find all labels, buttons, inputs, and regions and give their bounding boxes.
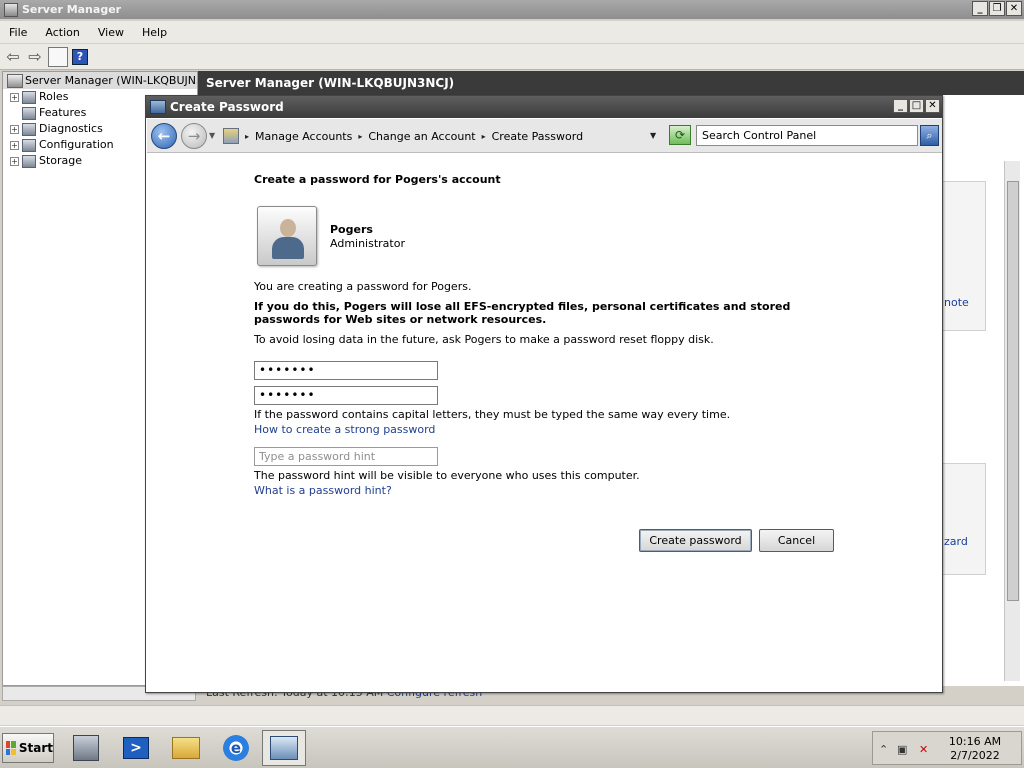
taskbar-server-manager[interactable]: [64, 730, 108, 766]
user-role: Administrator: [330, 237, 405, 250]
start-label: Start: [18, 741, 53, 755]
menu-action[interactable]: Action: [36, 26, 88, 39]
dialog-minimize-button[interactable]: _: [893, 99, 908, 113]
password-hint-field[interactable]: Type a password hint: [254, 447, 438, 466]
close-button[interactable]: ✕: [1006, 1, 1022, 16]
breadcrumb-change-account[interactable]: Change an Account: [368, 130, 475, 143]
dialog-titlebar: Create Password _ □ ✕: [146, 96, 942, 118]
menu-file[interactable]: File: [0, 26, 36, 39]
dialog-maximize-button[interactable]: □: [909, 99, 924, 113]
expand-icon[interactable]: +: [10, 140, 19, 150]
dialog-close-button[interactable]: ✕: [925, 99, 940, 113]
menu-help[interactable]: Help: [133, 26, 176, 39]
chevron-right-icon[interactable]: ▸: [482, 132, 486, 141]
server-manager-titlebar: Server Manager _ ❐ ✕: [0, 0, 1024, 19]
breadcrumb-manage-accounts[interactable]: Manage Accounts: [255, 130, 352, 143]
storage-icon: [22, 154, 36, 168]
page-title: Create a password for Pogers's account: [254, 173, 501, 186]
powershell-icon: >: [123, 737, 149, 759]
advice-text: To avoid losing data in the future, ask …: [254, 333, 714, 346]
caps-note: If the password contains capital letters…: [254, 408, 731, 421]
chevron-right-icon[interactable]: ▸: [245, 132, 249, 141]
restore-button[interactable]: ❐: [989, 1, 1005, 16]
search-input[interactable]: Search Control Panel: [696, 125, 918, 146]
network-icon[interactable]: ▣: [897, 743, 907, 756]
breadcrumb-create-password[interactable]: Create Password: [492, 130, 583, 143]
folder-icon: [172, 737, 200, 759]
taskbar-internet-explorer[interactable]: e: [214, 730, 258, 766]
window-title: Server Manager: [22, 3, 122, 16]
history-dropdown-icon[interactable]: ▼: [209, 131, 215, 140]
diagnostics-icon: [22, 122, 36, 136]
user-accounts-icon: [150, 100, 166, 114]
create-password-button[interactable]: Create password: [639, 529, 752, 552]
partial-link-wizard[interactable]: zard: [944, 535, 968, 548]
clock-date: 2/7/2022: [950, 749, 1000, 762]
search-icon[interactable]: ⌕: [920, 125, 939, 146]
refresh-icon[interactable]: ⟳: [669, 125, 691, 145]
clock-time: 10:16 AM: [948, 735, 1002, 748]
features-icon: [22, 106, 36, 120]
tree-item-label: Roles: [39, 90, 69, 103]
tree-item-label: Features: [39, 106, 87, 119]
show-hide-tree-icon[interactable]: [48, 46, 68, 67]
hint-note: The password hint will be visible to eve…: [254, 469, 640, 482]
taskbar-powershell[interactable]: >: [114, 730, 158, 766]
partial-link-note[interactable]: note: [944, 296, 969, 309]
new-password-field[interactable]: •••••••: [254, 361, 438, 380]
password-hint-link[interactable]: What is a password hint?: [254, 484, 392, 497]
expand-icon[interactable]: +: [10, 156, 19, 166]
start-button[interactable]: Start: [2, 733, 54, 763]
menu-bar: File Action View Help: [0, 21, 1024, 43]
summary-panel-2: [942, 463, 986, 575]
toolbar: ⇦ ⇨ ?: [0, 44, 1024, 70]
notification-area: ⌃ ▣ ✕ 10:16 AM 2/7/2022: [872, 731, 1022, 765]
vertical-scrollbar[interactable]: [1004, 161, 1020, 681]
address-dropdown-icon[interactable]: ▼: [650, 131, 656, 140]
minimize-button[interactable]: _: [972, 1, 988, 16]
expand-icon[interactable]: +: [10, 124, 19, 134]
tree-item-label: Storage: [39, 154, 83, 167]
breadcrumb: ▸ Manage Accounts ▸ Change an Account ▸ …: [223, 124, 664, 148]
windows-logo-icon: [6, 741, 16, 755]
show-hidden-icons-icon[interactable]: ⌃: [879, 743, 888, 756]
server-manager-icon: [73, 735, 99, 761]
address-bar: ← → ▼ ▸ Manage Accounts ▸ Change an Acco…: [147, 119, 942, 153]
intro-text: You are creating a password for Pogers.: [254, 280, 472, 293]
tree-item-label: Diagnostics: [39, 122, 103, 135]
server-manager-icon: [4, 2, 18, 17]
configuration-icon: [22, 138, 36, 152]
back-arrow-icon[interactable]: ⇦: [4, 47, 22, 66]
expand-icon[interactable]: +: [10, 92, 19, 102]
control-panel-icon[interactable]: [223, 128, 239, 144]
taskbar-explorer[interactable]: [164, 730, 208, 766]
forward-arrow-icon[interactable]: ⇨: [26, 47, 44, 66]
clock[interactable]: 10:16 AM 2/7/2022: [947, 735, 1003, 763]
tree-root[interactable]: Server Manager (WIN-LKQBUJN3NC: [3, 72, 197, 89]
confirm-password-field[interactable]: •••••••: [254, 386, 438, 405]
user-avatar-icon: [257, 206, 317, 266]
taskbar-control-panel[interactable]: [262, 730, 306, 766]
back-button-icon[interactable]: ←: [151, 123, 177, 149]
tree-item-label: Configuration: [39, 138, 114, 151]
create-password-dialog: Create Password _ □ ✕ ← → ▼ ▸ Manage Acc…: [145, 95, 943, 693]
roles-icon: [22, 90, 36, 104]
volume-muted-icon[interactable]: ✕: [919, 743, 928, 756]
cancel-button[interactable]: Cancel: [759, 529, 834, 552]
forward-button-icon[interactable]: →: [181, 123, 207, 149]
chevron-right-icon[interactable]: ▸: [358, 132, 362, 141]
status-bar: [0, 705, 1024, 725]
menu-view[interactable]: View: [89, 26, 133, 39]
dialog-title: Create Password: [170, 100, 284, 114]
control-panel-icon: [270, 736, 298, 760]
details-header: Server Manager (WIN-LKQBUJN3NCJ): [198, 71, 1024, 95]
taskbar: Start > e ⌃ ▣ ✕ 10:16 AM 2/7/2022: [0, 726, 1024, 768]
scrollbar-thumb[interactable]: [1007, 181, 1019, 601]
help-icon[interactable]: ?: [72, 48, 88, 65]
warning-text: If you do this, Pogers will lose all EFS…: [254, 300, 791, 326]
user-name: Pogers: [330, 223, 373, 236]
strong-password-link[interactable]: How to create a strong password: [254, 423, 435, 436]
internet-explorer-icon: e: [223, 735, 249, 761]
